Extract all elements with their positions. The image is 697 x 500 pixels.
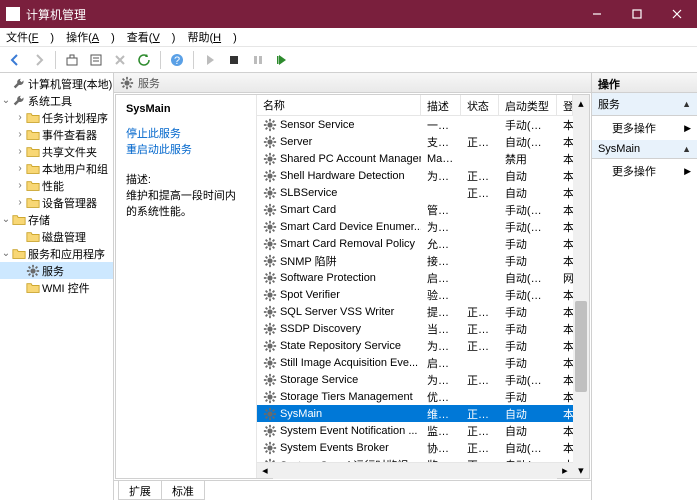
properties-button[interactable] [85,49,107,71]
service-row[interactable]: SysMain维护...正在...自动本 [257,405,573,422]
service-list[interactable]: Sensor Service一项...手动(触发...本Server支持...正… [257,116,573,462]
col-desc[interactable]: 描述 [421,95,461,115]
toolbar: ? [0,47,697,73]
description-text: 维护和提高一段时间内的系统性能。 [126,187,246,219]
play-button[interactable] [199,49,221,71]
chevron-up-icon: ▲ [682,99,691,109]
service-row[interactable]: System Event Notification ...监视...正在...自… [257,422,573,439]
scroll-up-icon[interactable]: ▴ [573,95,589,111]
menu-bar: 文件(F) 操作(A) 查看(V) 帮助(H) [0,28,697,47]
actions-header: 操作 [592,73,697,93]
menu-help[interactable]: 帮助(H) [187,29,236,45]
actions-section-services[interactable]: 服务▲ [592,93,697,116]
chevron-right-icon: ▶ [684,123,691,134]
tree-apps[interactable]: 服务和应用程序 [28,246,105,262]
chevron-up-icon: ▲ [682,144,691,154]
detail-pane: SysMain 停止此服务 重启动此服务 描述: 维护和提高一段时间内的系统性能… [116,95,256,478]
tab-standard[interactable]: 标准 [161,481,205,500]
service-row[interactable]: Sensor Service一项...手动(触发...本 [257,116,573,133]
menu-file[interactable]: 文件(F) [6,29,54,45]
tree-item[interactable]: 事件查看器 [42,127,97,143]
menu-action[interactable]: 操作(A) [66,29,115,45]
service-row[interactable]: SLBService正在...自动本 [257,184,573,201]
scroll-down-icon[interactable]: ▾ [573,462,589,478]
title-bar: 计算机管理 [0,0,697,28]
up-button[interactable] [61,49,83,71]
chevron-right-icon: ▶ [684,166,691,177]
service-row[interactable]: SQL Server VSS Writer提供...正在...手动本 [257,303,573,320]
tree-wmi[interactable]: WMI 控件 [42,280,90,296]
app-icon [6,7,20,21]
scroll-left-icon[interactable]: ◂ [257,463,273,479]
window-title: 计算机管理 [26,6,577,23]
actions-more-2[interactable]: 更多操作▶ [592,159,697,183]
service-row[interactable]: Server支持...正在...自动(触发...本 [257,133,573,150]
vertical-scrollbar[interactable]: ▴ ▾ [573,95,589,478]
tree-storage[interactable]: 存储 [28,212,50,228]
col-status[interactable]: 状态 [461,95,499,115]
column-headers[interactable]: 名称 描述 状态 启动类型 登 [257,95,573,116]
pause-button[interactable] [247,49,269,71]
tree-services[interactable]: 服务 [42,263,64,279]
tree-item[interactable]: 设备管理器 [42,195,97,211]
description-label: 描述: [126,171,246,187]
minimize-button[interactable] [577,0,617,28]
service-row[interactable]: Smart Card Device Enumer...为给...手动(触发...… [257,218,573,235]
tree-systools[interactable]: 系统工具 [28,93,72,109]
back-button[interactable] [4,49,26,71]
service-row[interactable]: Shared PC Account ManagerMan...禁用本 [257,150,573,167]
service-row[interactable]: Software Protection启用...自动(延迟...网 [257,269,573,286]
tree-root[interactable]: 计算机管理(本地) [28,76,112,92]
scroll-thumb[interactable] [575,301,587,392]
service-row[interactable]: Storage Service为存...正在...手动(触发...本 [257,371,573,388]
horizontal-scrollbar[interactable]: ◂ ▸ [257,462,573,478]
actions-section-selected[interactable]: SysMain▲ [592,140,697,159]
restart-button[interactable] [271,49,293,71]
stop-link[interactable]: 停止此服务 [126,125,246,141]
service-row[interactable]: Still Image Acquisition Eve...启动...手动本 [257,354,573,371]
service-row[interactable]: Smart Card Removal Policy允许...手动本 [257,235,573,252]
refresh-button[interactable] [133,49,155,71]
actions-more-1[interactable]: 更多操作▶ [592,116,697,140]
delete-button[interactable] [109,49,131,71]
col-logon[interactable]: 登 [557,95,573,115]
tree-item[interactable]: 任务计划程序 [42,110,108,126]
service-row[interactable]: Spot Verifier验证...手动(触发...本 [257,286,573,303]
service-row[interactable]: SSDP Discovery当发...正在...手动本 [257,320,573,337]
help-button[interactable]: ? [166,49,188,71]
view-tabs: 扩展 标准 [114,480,591,500]
service-row[interactable]: Shell Hardware Detection为自...正在...自动本 [257,167,573,184]
tree-item[interactable]: 性能 [42,178,64,194]
service-row[interactable]: Smart Card管理...手动(触发...本 [257,201,573,218]
tab-extended[interactable]: 扩展 [118,481,162,500]
tree-item[interactable]: 本地用户和组 [42,161,108,177]
tree-disk[interactable]: 磁盘管理 [42,229,86,245]
nav-tree[interactable]: 计算机管理(本地) ⌄系统工具 ›任务计划程序›事件查看器›共享文件夹›本地用户… [0,73,114,500]
service-row[interactable]: Storage Tiers Management优化...手动本 [257,388,573,405]
service-row[interactable]: State Repository Service为应...正在...手动本 [257,337,573,354]
maximize-button[interactable] [617,0,657,28]
col-name[interactable]: 名称 [257,95,421,115]
service-row[interactable]: System Events Broker协调...正在...自动(触发...本 [257,439,573,456]
col-startup[interactable]: 启动类型 [499,95,557,115]
svg-text:?: ? [174,55,180,67]
actions-pane: 操作 服务▲ 更多操作▶ SysMain▲ 更多操作▶ [592,73,697,500]
tree-item[interactable]: 共享文件夹 [42,144,97,160]
restart-link[interactable]: 重启动此服务 [126,141,246,157]
selected-service-name: SysMain [126,103,246,115]
scroll-right-icon[interactable]: ▸ [557,463,573,479]
service-row[interactable]: SNMP 陷阱接收...手动本 [257,252,573,269]
forward-button[interactable] [28,49,50,71]
close-button[interactable] [657,0,697,28]
menu-view[interactable]: 查看(V) [127,29,176,45]
center-header: 服务 [114,73,591,93]
stop-button[interactable] [223,49,245,71]
